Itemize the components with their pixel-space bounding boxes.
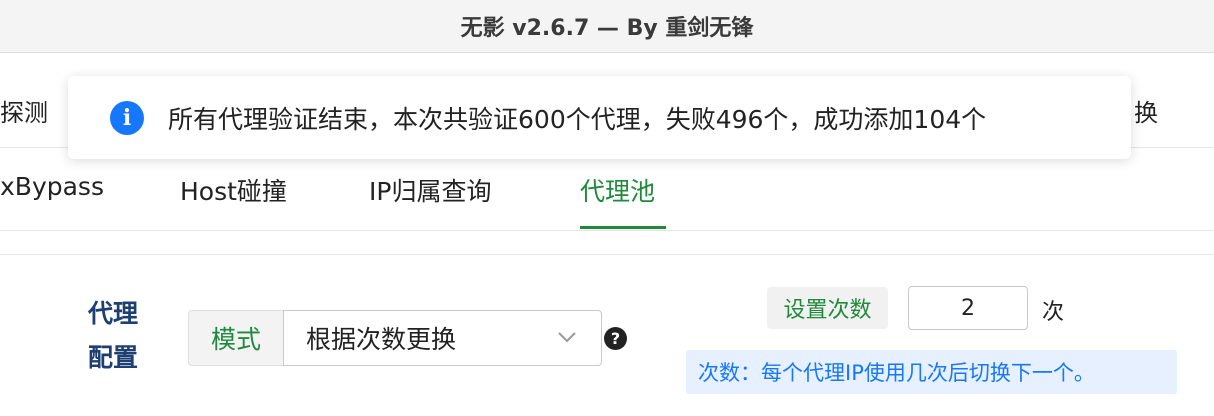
info-icon: i [110, 100, 144, 135]
mode-label: 模式 [188, 310, 283, 366]
window-titlebar: 无影 v2.6.7 — By 重剑无锋 [0, 0, 1214, 53]
chevron-down-icon [558, 332, 576, 343]
tab-xbypass[interactable]: xBypass [0, 172, 104, 201]
notification-toast: i 所有代理验证结束，本次共验证600个代理，失败496个，成功添加104个 [68, 76, 1131, 159]
help-icon[interactable]: ? [604, 327, 627, 350]
window-title: 无影 v2.6.7 — By 重剑无锋 [460, 16, 754, 41]
mode-select[interactable]: 根据次数更换 [283, 310, 602, 366]
tab-proxy-pool[interactable]: 代理池 [580, 172, 655, 208]
tab-switch[interactable]: 换 [1134, 93, 1158, 128]
notification-message: 所有代理验证结束，本次共验证600个代理，失败496个，成功添加104个 [168, 104, 987, 134]
section-label-proxy-config: 代理 配置 [88, 292, 148, 380]
active-tab-indicator [580, 226, 666, 229]
set-count-label: 设置次数 [767, 287, 888, 329]
section-label-line1: 代理 [88, 299, 139, 328]
mode-select-value: 根据次数更换 [306, 325, 457, 354]
tab-host-collision[interactable]: Host碰撞 [180, 172, 287, 208]
count-input[interactable] [908, 286, 1028, 330]
section-label-line2: 配置 [88, 343, 139, 372]
tab-ip-lookup[interactable]: IP归属查询 [369, 172, 491, 208]
count-hint: 次数：每个代理IP使用几次后切换下一个。 [686, 350, 1177, 394]
tab-bar-main: xBypass Host碰撞 IP归属查询 代理池 [0, 148, 1214, 231]
count-unit: 次 [1042, 300, 1065, 325]
divider [0, 254, 1214, 255]
count-hint-text: 次数：每个代理IP使用几次后切换下一个。 [698, 361, 1095, 385]
tab-detect[interactable]: 探测 [0, 93, 48, 128]
